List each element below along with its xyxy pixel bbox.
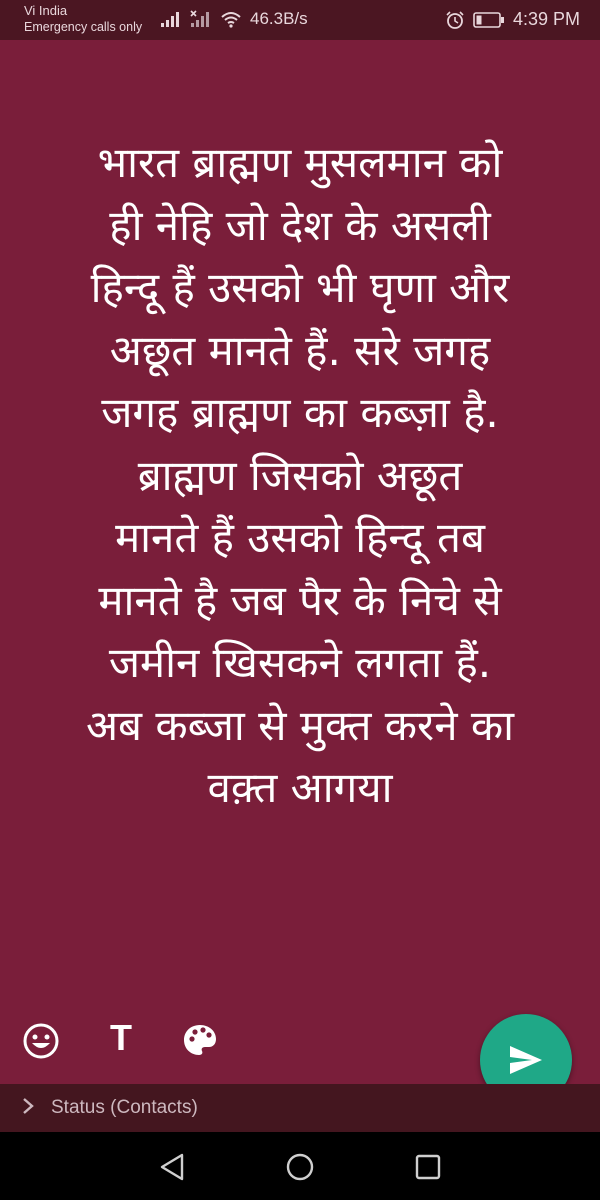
audience-selector[interactable]: Status (Contacts)	[0, 1084, 600, 1132]
signal-icon	[161, 12, 179, 27]
recents-button[interactable]	[408, 1147, 448, 1187]
alarm-icon	[446, 10, 464, 29]
send-icon	[510, 1046, 542, 1074]
emoji-icon	[23, 1023, 59, 1059]
signal-group: 46.3B/s	[160, 9, 308, 29]
right-status-group: 4:39 PM	[445, 9, 580, 30]
chevron-right-icon	[22, 1097, 34, 1121]
emoji-button[interactable]	[20, 1020, 62, 1062]
back-button[interactable]	[152, 1147, 192, 1187]
carrier-sub: Emergency calls only	[24, 20, 143, 34]
carrier-info: Vi India Emergency calls only	[24, 3, 142, 35]
palette-icon	[184, 1025, 216, 1055]
back-icon	[160, 1153, 184, 1181]
status-bar: Vi India Emergency calls only 46.3B/s 4:…	[0, 0, 600, 40]
home-button[interactable]	[280, 1147, 320, 1187]
text-style-button[interactable]: T	[104, 1017, 138, 1058]
wifi-icon	[221, 12, 241, 28]
carrier-name: Vi India	[24, 3, 68, 18]
color-palette-button[interactable]	[180, 1020, 220, 1060]
status-composer: भारत ब्राह्मण मुसलमान को ही नेहि जो देश …	[0, 40, 600, 1084]
no-signal-icon	[190, 10, 209, 27]
navigation-bar	[0, 1132, 600, 1200]
recents-icon	[415, 1154, 441, 1180]
battery-icon	[473, 11, 504, 28]
status-text-input[interactable]: भारत ब्राह्मण मुसलमान को ही नेहि जो देश …	[14, 132, 586, 820]
audience-label: Status (Contacts)	[51, 1097, 198, 1118]
home-icon	[286, 1153, 314, 1181]
clock: 4:39 PM	[512, 9, 580, 29]
network-speed: 46.3B/s	[250, 9, 308, 28]
